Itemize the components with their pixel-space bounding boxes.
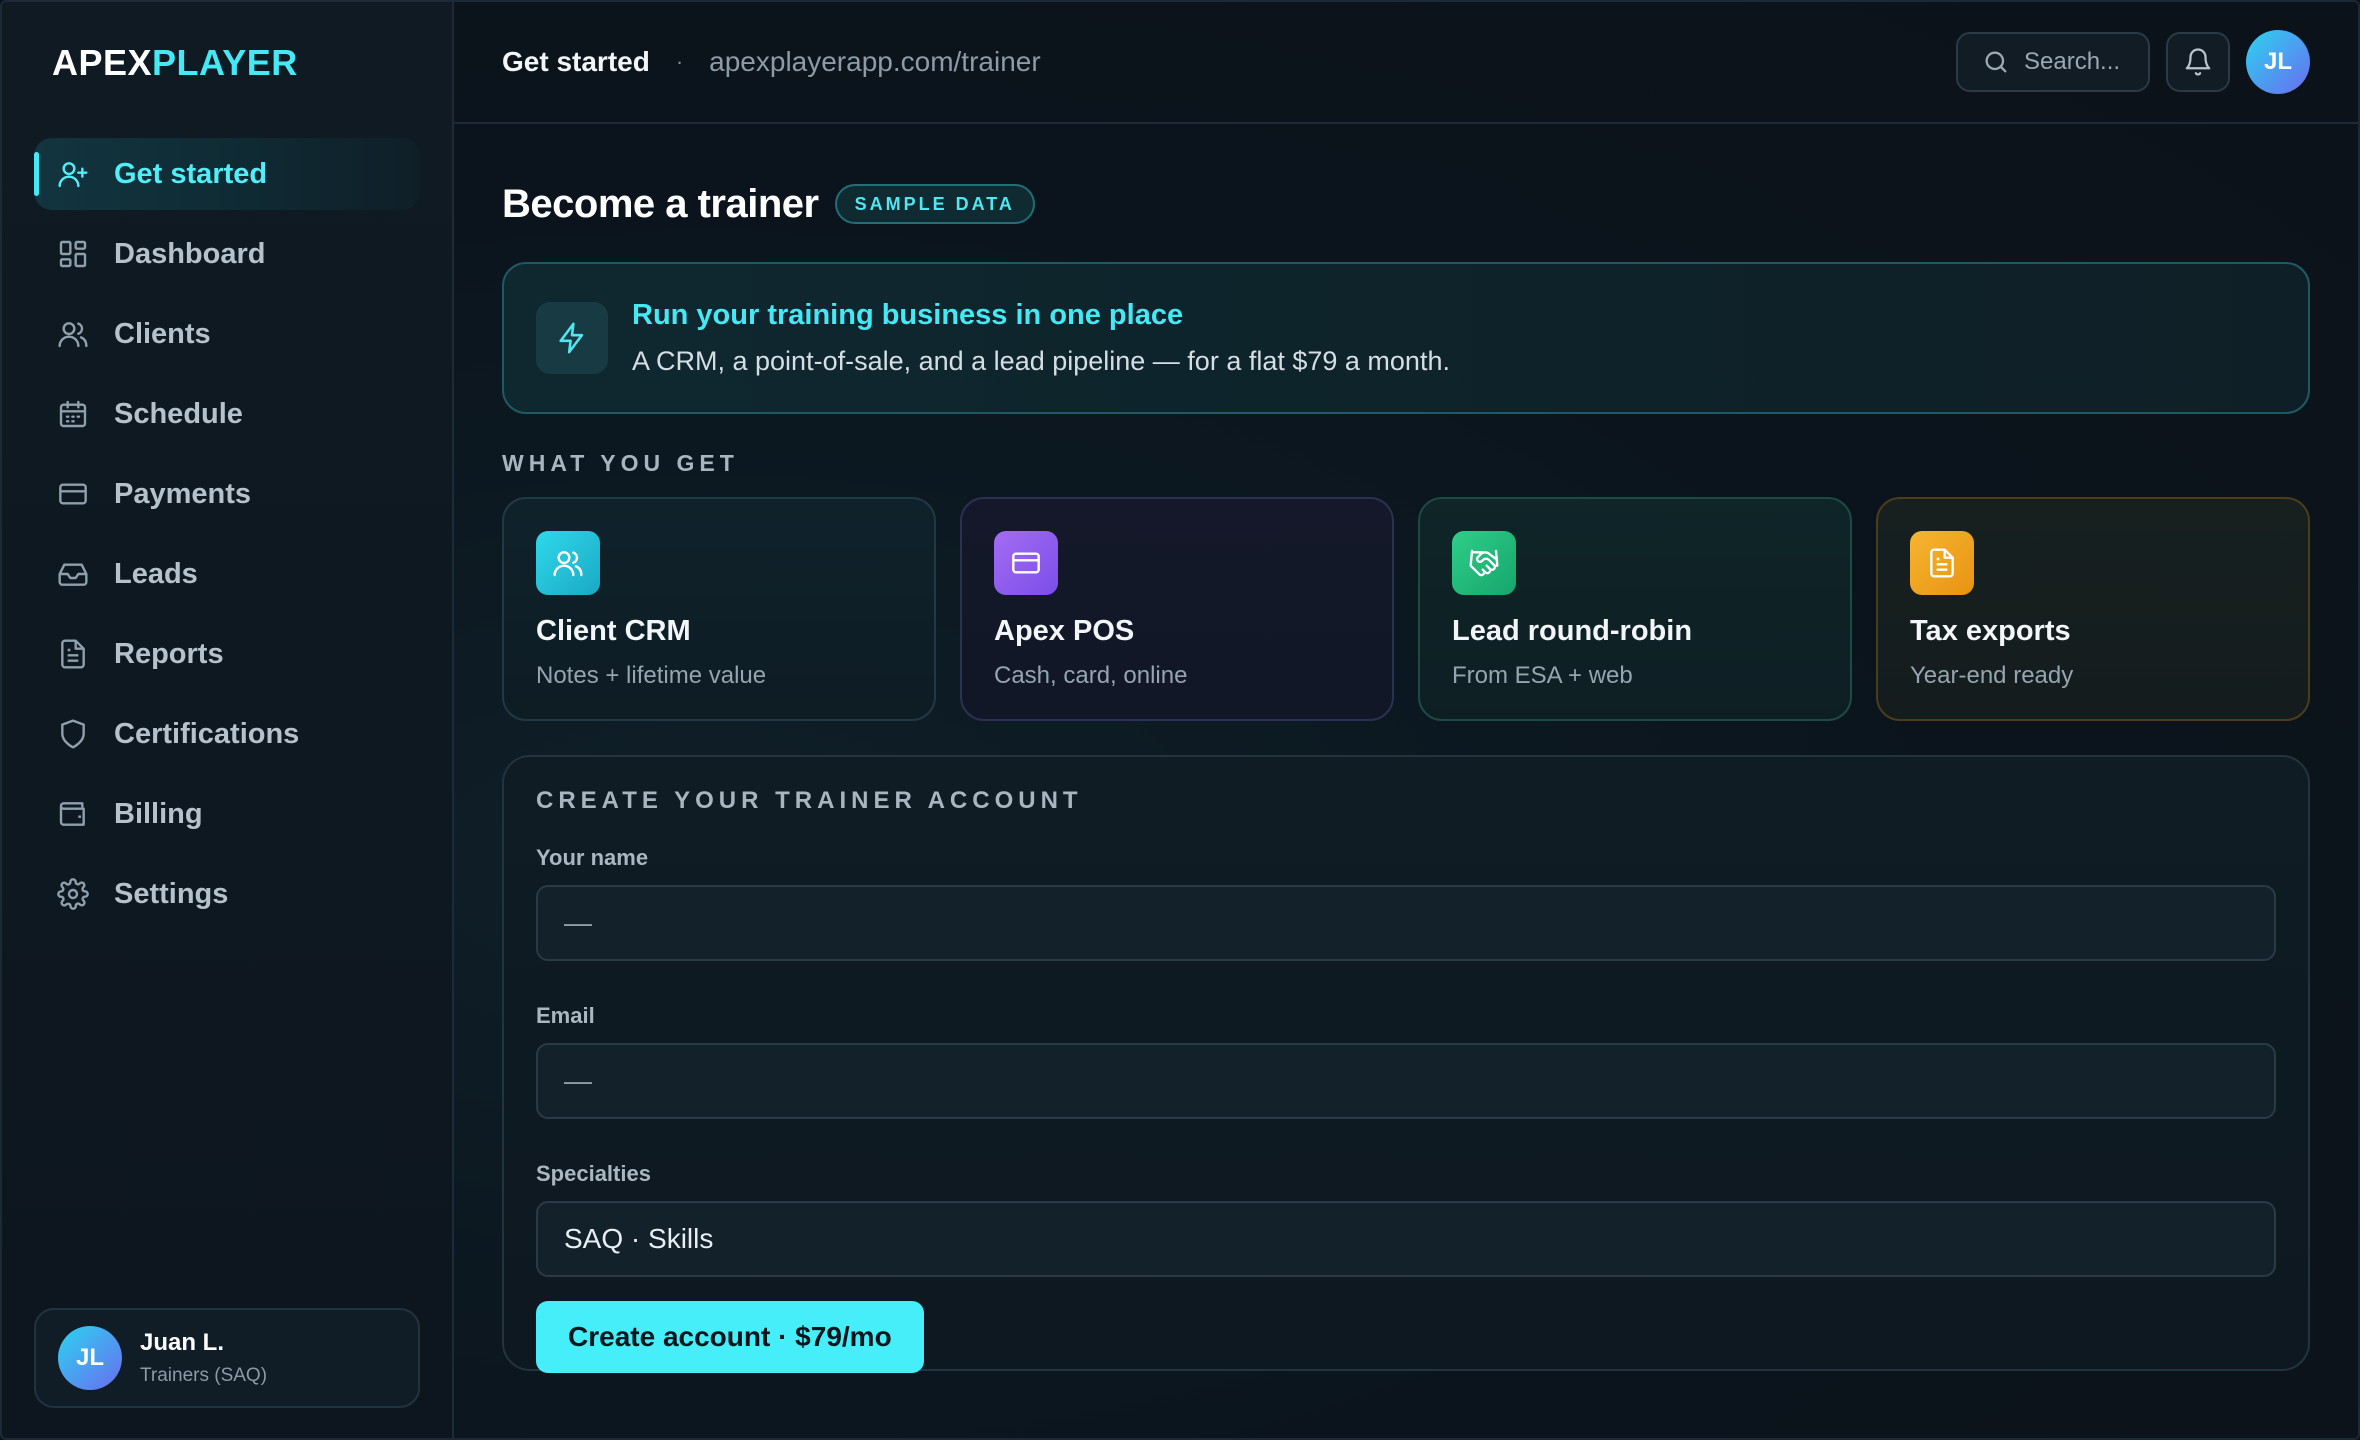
credit-card-icon (994, 531, 1058, 595)
top-bar-actions: Search... JL (1956, 30, 2310, 94)
users-icon (536, 531, 600, 595)
sidebar-item-certifications[interactable]: Certifications (34, 698, 420, 770)
inbox-icon (56, 557, 90, 591)
sidebar: APEX PLAYER Get started Dashboard Clients (2, 2, 454, 1438)
notifications-button[interactable] (2166, 32, 2230, 92)
sidebar-item-settings[interactable]: Settings (34, 858, 420, 930)
banner-text: Run your training business in one place … (632, 299, 1450, 377)
sidebar-item-schedule[interactable]: Schedule (34, 378, 420, 450)
feature-subtitle: Notes + lifetime value (536, 662, 767, 689)
sidebar-item-label: Certifications (114, 717, 300, 750)
sidebar-item-clients[interactable]: Clients (34, 298, 420, 370)
user-name: Juan L. (140, 1329, 225, 1356)
sidebar-item-dashboard[interactable]: Dashboard (34, 218, 420, 290)
user-profile-card[interactable]: JL Juan L. Trainers (SAQ) (34, 1308, 420, 1408)
email-label: Email (536, 1003, 595, 1028)
user-role: Trainers (SAQ) (140, 1365, 268, 1386)
sidebar-item-get-started[interactable]: Get started (34, 138, 420, 210)
search-placeholder: Search... (2024, 48, 2121, 75)
feature-subtitle: Year-end ready (1910, 662, 2074, 689)
form-heading: CREATE YOUR TRAINER ACCOUNT (536, 787, 1083, 814)
sidebar-item-label: Reports (114, 637, 224, 670)
specialties-label: Specialties (536, 1161, 651, 1186)
banner-title: Run your training business in one place (632, 299, 1184, 331)
lightning-icon (536, 302, 608, 374)
gear-icon (56, 877, 90, 911)
feature-subtitle: Cash, card, online (994, 662, 1188, 689)
top-bar: Get started · apexplayerapp.com/trainer … (454, 2, 2358, 124)
user-meta: Juan L. Trainers (SAQ) (140, 1329, 267, 1387)
calendar-icon (56, 397, 90, 431)
document-icon (56, 637, 90, 671)
feature-title: Client CRM (536, 615, 691, 647)
wallet-icon (56, 797, 90, 831)
breadcrumb-url: apexplayerapp.com/trainer (709, 46, 1041, 77)
dashboard-icon (56, 237, 90, 271)
brand-logo[interactable]: APEX PLAYER (34, 2, 420, 124)
promo-banner: Run your training business in one place … (502, 262, 2310, 414)
brand-logo-part2: PLAYER (152, 42, 298, 83)
feature-title: Lead round-robin (1452, 615, 1693, 647)
features-heading: WHAT YOU GET (502, 450, 739, 476)
breadcrumb-separator: · (675, 49, 684, 74)
credit-card-icon (56, 477, 90, 511)
email-field[interactable]: — (536, 1043, 2276, 1119)
sample-data-badge: SAMPLE DATA (834, 184, 1035, 224)
sidebar-item-label: Get started (114, 157, 268, 190)
sidebar-item-payments[interactable]: Payments (34, 458, 420, 530)
feature-card-tax-exports[interactable]: Tax exports Year-end ready (1876, 497, 2310, 721)
sidebar-item-label: Dashboard (114, 237, 266, 270)
app-window: APEX PLAYER Get started Dashboard Clients (0, 0, 2360, 1440)
sidebar-item-label: Billing (114, 797, 203, 830)
search-input[interactable]: Search... (1956, 32, 2150, 92)
breadcrumb-title: Get started (502, 46, 650, 77)
specialties-field[interactable]: SAQ · Skills (536, 1201, 2276, 1277)
sidebar-item-label: Schedule (114, 397, 243, 430)
sidebar-item-leads[interactable]: Leads (34, 538, 420, 610)
main-area: Get started · apexplayerapp.com/trainer … (454, 2, 2358, 1438)
page-header: Become a trainer SAMPLE DATA (502, 174, 2310, 234)
header-avatar[interactable]: JL (2246, 30, 2310, 94)
sidebar-item-label: Payments (114, 477, 252, 510)
page-title: Become a trainer (502, 181, 819, 226)
shield-icon (56, 717, 90, 751)
avatar: JL (58, 1326, 122, 1390)
user-plus-icon (56, 157, 90, 191)
sidebar-item-label: Leads (114, 557, 198, 590)
sidebar-nav: Get started Dashboard Clients Schedule P… (34, 138, 420, 930)
feature-list: Client CRM Notes + lifetime value Apex P… (502, 497, 2310, 721)
feature-title: Apex POS (994, 615, 1135, 647)
handshake-icon (1452, 531, 1516, 595)
page-content: Become a trainer SAMPLE DATA Run your tr… (454, 174, 2358, 1373)
feature-card-client-crm[interactable]: Client CRM Notes + lifetime value (502, 497, 936, 721)
search-icon (1985, 51, 2007, 73)
trainer-account-form: CREATE YOUR TRAINER ACCOUNT Your name — … (502, 755, 2310, 1373)
name-label: Your name (536, 845, 649, 870)
feature-subtitle: From ESA + web (1452, 662, 1633, 689)
brand-logo-part1: APEX (52, 42, 153, 83)
feature-card-lead-round-robin[interactable]: Lead round-robin From ESA + web (1418, 497, 1852, 721)
sidebar-item-label: Clients (114, 317, 211, 350)
bell-icon (2185, 48, 2211, 76)
document-icon (1910, 531, 1974, 595)
sidebar-item-reports[interactable]: Reports (34, 618, 420, 690)
banner-subtitle: A CRM, a point-of-sale, and a lead pipel… (632, 346, 1450, 376)
users-icon (56, 317, 90, 351)
create-account-button[interactable]: Create account · $79/mo (536, 1301, 924, 1373)
sidebar-item-label: Settings (114, 877, 229, 910)
name-field[interactable]: — (536, 885, 2276, 961)
sidebar-item-billing[interactable]: Billing (34, 778, 420, 850)
feature-title: Tax exports (1910, 615, 2071, 647)
feature-card-apex-pos[interactable]: Apex POS Cash, card, online (960, 497, 1394, 721)
